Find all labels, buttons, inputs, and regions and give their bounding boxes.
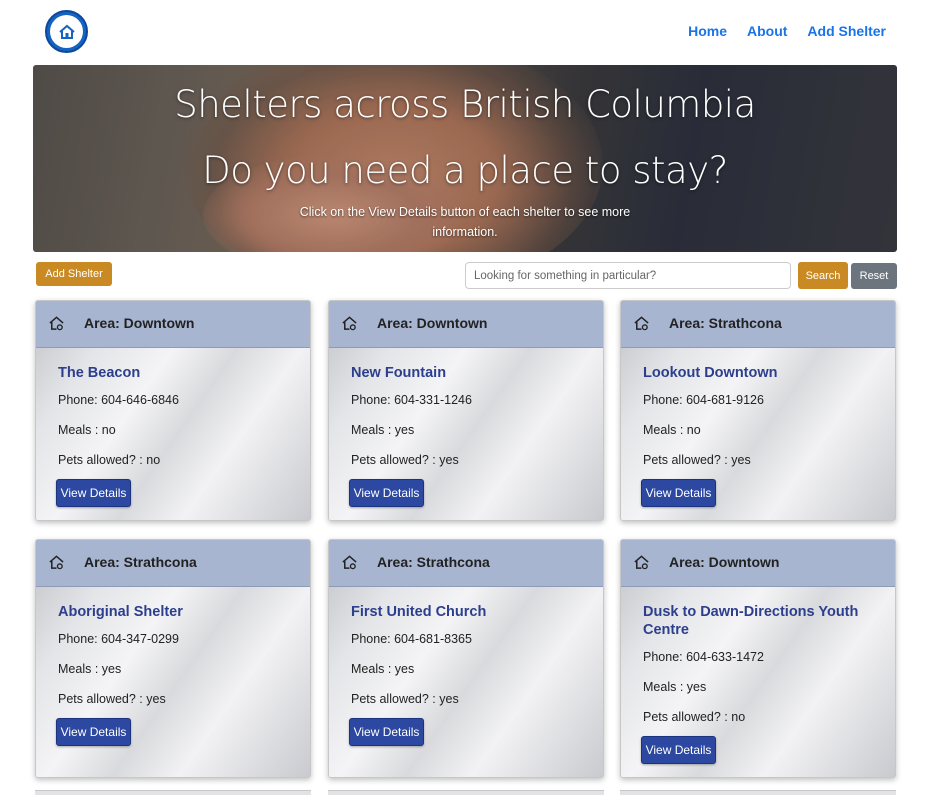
shelter-card-partial [328,790,604,795]
area-label: Area: Strathcona [669,315,782,331]
shelter-card: Area: Strathcona Lookout Downtown Phone:… [620,300,896,521]
shelter-card: Area: Downtown New Fountain Phone: 604-3… [328,300,604,521]
meals-text: Meals : no [643,423,701,437]
hero-title: Shelters across British Columbia [174,83,756,126]
home-icon [342,555,357,570]
home-icon [634,316,649,331]
hero-question: Do you need a place to stay? [202,149,728,192]
home-icon [634,555,649,570]
nav-links: Home About Add Shelter [688,23,886,39]
home-icon [49,555,64,570]
area-label: Area: Downtown [84,315,195,331]
hero-banner: Shelters across British Columbia Do you … [33,65,897,252]
meals-text: Meals : yes [58,662,122,676]
pets-text: Pets allowed? : yes [351,692,459,706]
pets-text: Pets allowed? : yes [643,453,751,467]
phone-text: Phone: 604-331-1246 [351,393,472,407]
search-button[interactable]: Search [798,262,848,289]
hero-subtitle: Click on the View Details button of each… [299,205,631,239]
shelter-name: Dusk to Dawn-Directions Youth Centre [643,604,859,638]
shelter-name: Lookout Downtown [643,365,778,381]
home-icon [342,316,357,331]
nav-add-shelter-link[interactable]: Add Shelter [807,23,886,39]
shelter-name: The Beacon [58,365,141,381]
shelter-card: Area: Downtown The Beacon Phone: 604-646… [35,300,311,521]
view-details-button[interactable]: View Details [349,479,424,507]
view-details-button[interactable]: View Details [641,479,716,507]
phone-text: Phone: 604-633-1472 [643,650,764,664]
phone-text: Phone: 604-347-0299 [58,632,179,646]
view-details-button[interactable]: View Details [56,479,131,507]
shelter-card: Area: Downtown Dusk to Dawn-Directions Y… [620,539,896,778]
meals-text: Meals : yes [351,423,415,437]
shelter-name: New Fountain [351,365,447,381]
shelter-name: First United Church [351,604,487,620]
shelter-card: Area: Strathcona First United Church Pho… [328,539,604,778]
phone-text: Phone: 604-681-9126 [643,393,764,407]
area-label: Area: Strathcona [84,554,197,570]
nav-home-link[interactable]: Home [688,23,727,39]
card-header: Area: Strathcona [621,301,895,348]
meals-text: Meals : yes [351,662,415,676]
view-details-button[interactable]: View Details [56,718,131,746]
pets-text: Pets allowed? : no [58,453,161,467]
search-input[interactable] [465,262,791,289]
card-header: Area: Downtown [621,540,895,587]
area-label: Area: Downtown [377,315,488,331]
pets-text: Pets allowed? : yes [351,453,459,467]
phone-text: Phone: 604-681-8365 [351,632,472,646]
pets-text: Pets allowed? : no [643,710,746,724]
shelter-card-partial [35,790,311,795]
navbar: Home About Add Shelter [0,0,942,65]
shelter-card: Area: Strathcona Aboriginal Shelter Phon… [35,539,311,778]
meals-text: Meals : no [58,423,116,437]
logo[interactable] [45,10,88,53]
pets-text: Pets allowed? : yes [58,692,166,706]
phone-text: Phone: 604-646-6846 [58,393,179,407]
view-details-button[interactable]: View Details [641,736,716,764]
reset-button[interactable]: Reset [851,263,897,289]
nav-about-link[interactable]: About [747,23,787,39]
card-header: Area: Strathcona [329,540,603,587]
shelter-card-partial [620,790,896,795]
add-shelter-button[interactable]: Add Shelter [36,262,112,286]
area-label: Area: Strathcona [377,554,490,570]
card-header: Area: Strathcona [36,540,310,587]
shelter-name: Aboriginal Shelter [58,604,183,620]
house-logo-icon [50,15,83,48]
view-details-button[interactable]: View Details [349,718,424,746]
area-label: Area: Downtown [669,554,780,570]
meals-text: Meals : yes [643,680,707,694]
home-icon [49,316,64,331]
card-header: Area: Downtown [36,301,310,348]
card-header: Area: Downtown [329,301,603,348]
